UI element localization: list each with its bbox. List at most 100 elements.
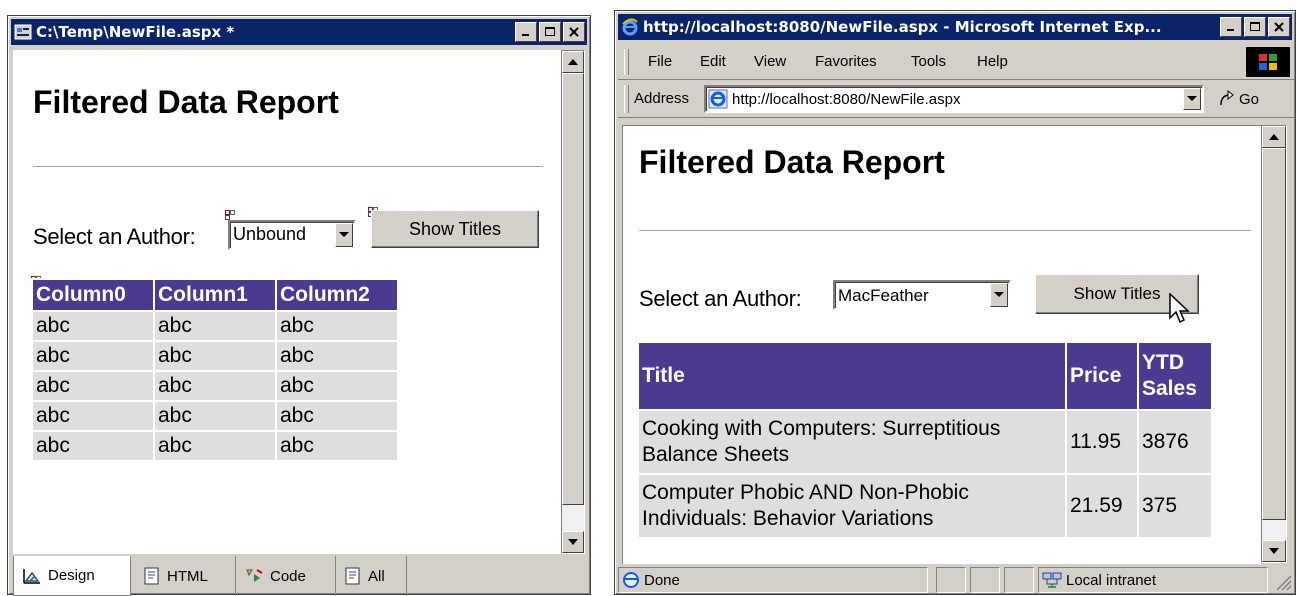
grid-header-cell: Column0 xyxy=(33,280,153,310)
design-icon xyxy=(23,568,40,584)
table-row: abc abc abc xyxy=(33,432,397,460)
designer-window: C:\Temp\NewFile.aspx * Filtered Data Rep… xyxy=(7,15,591,596)
close-button[interactable] xyxy=(1268,17,1290,37)
go-label: Go xyxy=(1239,90,1260,108)
table-cell-title: Computer Phobic AND Non-Phobic Individua… xyxy=(639,475,1065,537)
grid-cell: abc xyxy=(33,312,153,340)
menu-view[interactable]: View xyxy=(754,53,786,70)
show-titles-button[interactable]: Show Titles xyxy=(371,210,539,248)
grid-cell: abc xyxy=(277,312,397,340)
tab-code[interactable]: Code xyxy=(235,556,331,596)
page-heading: Filtered Data Report xyxy=(639,144,945,180)
chevron-down-icon[interactable] xyxy=(1183,88,1201,110)
grid-header-cell: Column2 xyxy=(277,280,397,310)
grid-cell: abc xyxy=(155,432,275,460)
menu-tools[interactable]: Tools xyxy=(911,53,946,70)
table-header-title: Title xyxy=(639,343,1065,409)
address-value: http://localhost:8080/NewFile.aspx xyxy=(732,91,961,108)
grid-cell: abc xyxy=(33,372,153,400)
table-cell-price: 21.59 xyxy=(1067,475,1137,537)
table-cell-ytd-sales: 3876 xyxy=(1139,411,1211,473)
browser-window-title: http://localhost:8080/NewFile.aspx - Mic… xyxy=(643,18,1162,36)
grid-cell: abc xyxy=(277,402,397,430)
windows-logo-icon xyxy=(1246,47,1290,77)
browser-content[interactable]: Filtered Data Report Select an Author: M… xyxy=(622,125,1261,564)
scroll-down-button[interactable] xyxy=(1262,540,1286,562)
horizontal-rule xyxy=(33,166,543,168)
all-icon xyxy=(345,567,360,585)
scroll-up-button[interactable] xyxy=(562,51,584,73)
vertical-scrollbar[interactable] xyxy=(561,50,585,554)
chevron-down-icon[interactable] xyxy=(990,283,1008,307)
browser-title-bar[interactable]: http://localhost:8080/NewFile.aspx - Mic… xyxy=(618,14,1292,40)
status-done-panel: Done xyxy=(618,567,928,593)
data-grid[interactable]: Column0 Column1 Column2 abc abc abc abc … xyxy=(31,278,399,462)
table-row: Cooking with Computers: Surreptitious Ba… xyxy=(639,411,1211,473)
address-field[interactable]: http://localhost:8080/NewFile.aspx xyxy=(704,85,1204,113)
go-button[interactable]: Go xyxy=(1218,87,1259,111)
table-cell-ytd-sales: 375 xyxy=(1139,475,1211,537)
table-header-price: Price xyxy=(1067,343,1137,409)
table-row: abc abc abc xyxy=(33,372,397,400)
designer-title-bar[interactable]: C:\Temp\NewFile.aspx * xyxy=(11,19,587,45)
close-button[interactable] xyxy=(563,22,585,42)
minimize-button[interactable] xyxy=(515,22,537,42)
grid-cell: abc xyxy=(33,342,153,370)
grid-cell: abc xyxy=(155,312,275,340)
tab-label: HTML xyxy=(167,567,208,585)
grid-cell: abc xyxy=(277,372,397,400)
menu-favorites[interactable]: Favorites xyxy=(815,53,877,70)
status-bar: Done Local intranet xyxy=(618,567,1294,593)
mouse-cursor-icon xyxy=(1169,293,1190,324)
chevron-down-icon[interactable] xyxy=(335,223,353,247)
maximize-button[interactable] xyxy=(1244,17,1266,37)
local-intranet-icon xyxy=(1042,572,1062,588)
aspx-file-icon xyxy=(14,24,32,40)
tab-design[interactable]: Design xyxy=(13,556,131,596)
minimize-button[interactable] xyxy=(1220,17,1242,37)
grid-cell: abc xyxy=(277,432,397,460)
address-label: Address xyxy=(634,90,690,107)
tab-label: Design xyxy=(48,567,95,584)
grid-cell: abc xyxy=(277,342,397,370)
menu-edit[interactable]: Edit xyxy=(700,53,726,70)
author-dropdown-value: Unbound xyxy=(233,224,307,244)
page-done-icon xyxy=(623,572,639,588)
vertical-scrollbar[interactable] xyxy=(1261,125,1287,563)
grid-cell: abc xyxy=(155,342,275,370)
scroll-thumb[interactable] xyxy=(562,73,584,505)
code-icon xyxy=(246,569,263,582)
scroll-up-button[interactable] xyxy=(1262,126,1286,148)
tab-label: All xyxy=(368,567,385,585)
tab-all[interactable]: All xyxy=(335,556,407,596)
designer-window-title: C:\Temp\NewFile.aspx * xyxy=(36,23,235,41)
author-dropdown[interactable]: Unbound xyxy=(228,220,356,250)
table-cell-title: Cooking with Computers: Surreptitious Ba… xyxy=(639,411,1065,473)
status-zone-text: Local intranet xyxy=(1066,571,1157,589)
maximize-button[interactable] xyxy=(539,22,561,42)
author-dropdown-value: MacFeather xyxy=(838,286,929,305)
status-zone-panel: Local intranet xyxy=(1038,567,1268,593)
table-header-ytd-sales: YTD Sales xyxy=(1139,343,1211,409)
design-surface[interactable]: Filtered Data Report Select an Author: U… xyxy=(13,50,561,554)
table-row: Computer Phobic AND Non-Phobic Individua… xyxy=(639,475,1211,537)
scroll-thumb[interactable] xyxy=(1262,148,1286,520)
grid-cell: abc xyxy=(155,402,275,430)
author-dropdown[interactable]: MacFeather xyxy=(833,280,1011,310)
horizontal-rule xyxy=(639,230,1251,232)
page-icon xyxy=(708,89,728,109)
titles-table: Title Price YTD Sales Cooking with Compu… xyxy=(637,341,1213,539)
table-row: abc abc abc xyxy=(33,312,397,340)
grid-cell: abc xyxy=(33,432,153,460)
scroll-down-button[interactable] xyxy=(562,531,584,553)
resize-grip-icon[interactable] xyxy=(1274,573,1292,591)
address-bar: Address http://localhost:8080/NewFile.as… xyxy=(618,81,1294,118)
html-icon xyxy=(144,567,159,585)
tab-html[interactable]: HTML xyxy=(135,556,231,596)
grid-header-cell: Column1 xyxy=(155,280,275,310)
menu-file[interactable]: File xyxy=(648,53,672,70)
menu-help[interactable]: Help xyxy=(977,53,1008,70)
grid-cell: abc xyxy=(33,402,153,430)
menu-bar: File Edit View Favorites Tools Help xyxy=(618,45,1294,80)
table-cell-price: 11.95 xyxy=(1067,411,1137,473)
